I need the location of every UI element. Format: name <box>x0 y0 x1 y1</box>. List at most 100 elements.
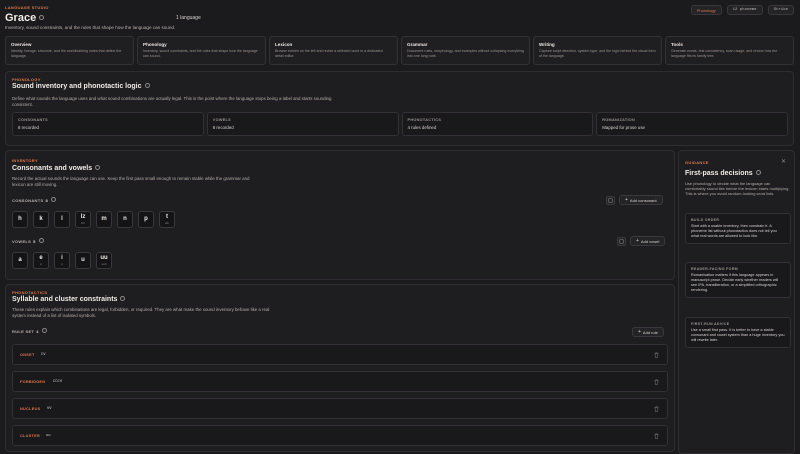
info-icon[interactable] <box>41 328 47 334</box>
info-icon[interactable] <box>39 15 45 20</box>
close-icon[interactable]: ✕ <box>781 158 786 165</box>
info-icon[interactable] <box>38 238 44 244</box>
nav-card-desc: Browse entries on the left and revise a … <box>275 49 383 58</box>
phonology-panel: PHONOLOGY Sound inventory and phonotacti… <box>5 71 794 146</box>
phoneme-chip[interactable]: a <box>12 252 28 269</box>
guidance-card-title: BUILD ORDER <box>691 218 720 222</box>
guidance-eyebrow: GUIDANCE <box>685 160 709 165</box>
phoneme-count-badge[interactable]: 12 phoneme <box>726 5 763 15</box>
phonology-eyebrow: PHONOLOGY <box>12 77 41 82</box>
phoneme-chip[interactable]: lz lzz <box>75 211 91 228</box>
header-actions: Phonology 12 phoneme Strike <box>690 5 794 15</box>
rule-name: FORBIDDEN <box>20 380 46 384</box>
inventory-panel: INVENTORY Consonants and vowels Record t… <box>5 150 675 280</box>
app-header: LANGUAGE STUDIO Grace 1 language Invento… <box>0 0 800 36</box>
phoneme-chip[interactable]: p <box>138 211 154 228</box>
nav-card-desc: Identity, lineage, structure, and the wo… <box>11 49 122 58</box>
nav-card-title: Writing <box>539 42 555 47</box>
add-rule-button[interactable]: + Add rule <box>632 327 664 337</box>
phoneme-chip[interactable]: h <box>12 211 28 228</box>
info-icon[interactable] <box>95 164 101 170</box>
nav-card-writing[interactable]: Writing Capture script direction, system… <box>533 36 662 65</box>
rule-row[interactable]: ONSET CV <box>12 344 668 365</box>
phonotactics-panel: PHONOTACTICS Syllable and cluster constr… <box>5 284 675 452</box>
phoneme-chip[interactable]: n <box>117 211 133 228</box>
rule-row[interactable]: FORBIDDEN CCCV <box>12 371 668 392</box>
rule-pattern: CV <box>41 353 46 357</box>
stat-label: ROMANIZATION <box>602 118 636 122</box>
delete-rule-icon[interactable] <box>654 433 659 441</box>
language-count: 1 language <box>176 15 201 21</box>
phoneme-chip[interactable]: t tsh <box>159 211 175 228</box>
guidance-panel: GUIDANCE ✕ First-pass decisions Use phon… <box>678 150 795 454</box>
phoneme-chip[interactable]: i ii <box>54 252 70 269</box>
delete-rule-icon[interactable] <box>654 352 659 360</box>
phonology-title: Sound inventory and phonotactic logic <box>12 82 150 90</box>
guidance-card-text: Use a small first pass. It is better to … <box>691 328 785 342</box>
rule-name: NUCLEUS <box>20 407 41 411</box>
nav-card-phonology[interactable]: Phonology Inventory, sound constraints, … <box>137 36 266 65</box>
phonotactics-title: Syllable and cluster constraints <box>12 295 126 303</box>
phoneme-chip[interactable]: k <box>33 211 49 228</box>
nav-card-title: Overview <box>11 42 32 47</box>
phoneme-chip[interactable]: uu uuh <box>96 252 112 269</box>
nav-card-tools[interactable]: Tools Generate words, test consistency, … <box>665 36 794 65</box>
inventory-title: Consonants and vowels <box>12 164 101 172</box>
vowel-settings-icon[interactable] <box>617 237 626 246</box>
consonant-chips: h k l lz lzz m n p t tsh <box>12 211 175 228</box>
guidance-card-title: FIRST-RUN ADVICE <box>691 322 730 326</box>
info-icon[interactable] <box>144 82 150 88</box>
rule-pattern: uu <box>46 434 51 438</box>
header-eyebrow: LANGUAGE STUDIO <box>5 5 49 10</box>
nav-card-title: Lexicon <box>275 42 293 47</box>
add-consonant-button[interactable]: + Add consonant <box>619 195 663 205</box>
stat-value: 4 rules defined <box>407 125 437 130</box>
phonology-badge[interactable]: Phonology <box>690 5 722 15</box>
rule-pattern: CCCV <box>53 380 63 384</box>
nav-card-title: Phonology <box>143 42 167 47</box>
nav-card-desc: Document rules, morphology, and examples… <box>407 49 524 58</box>
guidance-card-title: READER-FACING FORM <box>691 267 738 271</box>
guidance-card-text: Romanisation matters if this language ap… <box>691 273 779 292</box>
rule-pattern: VV <box>47 407 52 411</box>
phonology-desc: Define what sounds the language uses and… <box>12 96 332 107</box>
phoneme-chip[interactable]: u <box>75 252 91 269</box>
phoneme-chip[interactable]: eê <box>33 252 49 269</box>
nav-card-title: Grammar <box>407 42 428 47</box>
stat-value: 8 recorded <box>18 125 39 130</box>
ruleset-label: RULE SET 4 <box>12 328 47 334</box>
rule-row[interactable]: NUCLEUS VV <box>12 398 668 419</box>
nav-card-grammar[interactable]: Grammar Document rules, morphology, and … <box>401 36 530 65</box>
stat-label: VOWELS <box>212 118 232 122</box>
delete-rule-icon[interactable] <box>654 379 659 387</box>
consonant-settings-icon[interactable] <box>606 196 615 205</box>
nav-card-lexicon[interactable]: Lexicon Browse entries on the left and r… <box>269 36 398 65</box>
delete-rule-icon[interactable] <box>654 406 659 414</box>
vowels-label: VOWELS 5 <box>12 238 44 244</box>
rule-name: ONSET <box>20 353 35 357</box>
stat-label: PHONOTACTICS <box>407 118 442 122</box>
info-icon[interactable] <box>50 197 56 203</box>
stat-label: CONSONANTS <box>18 118 49 122</box>
guidance-card: FIRST-RUN ADVICE Use a small first pass.… <box>685 317 791 348</box>
guidance-card: BUILD ORDER Start with a usable inventor… <box>685 213 791 244</box>
info-icon[interactable] <box>755 169 761 175</box>
inventory-eyebrow: INVENTORY <box>12 158 38 163</box>
nav-card-overview[interactable]: Overview Identity, lineage, structure, a… <box>5 36 134 65</box>
guidance-card: READER-FACING FORM Romanisation matters … <box>685 262 791 298</box>
rule-row[interactable]: CLUSTER uu <box>12 425 668 446</box>
language-title: Grace <box>5 12 37 24</box>
add-vowel-button[interactable]: + Add vowel <box>630 236 666 246</box>
info-icon[interactable] <box>120 295 126 301</box>
inventory-desc: Record the actual sounds the language ca… <box>12 176 250 187</box>
phonotactics-desc: These rules explain which combinations a… <box>12 307 270 318</box>
header-tagline: Inventory, sound constraints, and the ru… <box>5 25 176 30</box>
phoneme-chip[interactable]: l <box>54 211 70 228</box>
stat-value: 8 recorded <box>212 125 234 130</box>
phoneme-chip[interactable]: m <box>96 211 112 228</box>
stat-vowels: VOWELS 8 recorded <box>206 112 399 136</box>
title-row: Grace 1 language <box>5 12 201 24</box>
strike-badge[interactable]: Strike <box>767 5 794 15</box>
phonotactics-eyebrow: PHONOTACTICS <box>12 290 48 295</box>
vowel-chips: a eê i ii u uu uuh <box>12 252 112 269</box>
